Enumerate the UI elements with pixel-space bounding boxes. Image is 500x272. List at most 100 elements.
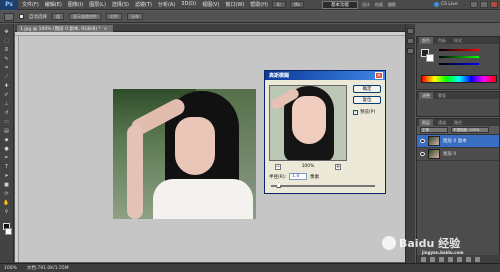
dialog-close-button[interactable]: ✕ xyxy=(375,72,383,79)
menu-view[interactable]: 视图(V) xyxy=(202,1,219,8)
minimize-button[interactable] xyxy=(470,1,478,8)
eye-icon[interactable] xyxy=(420,152,425,156)
move-tool-icon[interactable]: ✥ xyxy=(2,28,11,35)
actions-panel-icon[interactable] xyxy=(407,38,414,44)
eraser-tool-icon[interactable]: ▭ xyxy=(2,118,11,125)
menu-window[interactable]: 窗口(W) xyxy=(225,1,244,8)
tab-paths[interactable]: 路径 xyxy=(451,119,465,126)
mini-bridge-button[interactable]: Mb xyxy=(289,1,304,8)
menu-edit[interactable]: 编辑(E) xyxy=(45,1,62,8)
photoshop-window: Ps 文件(F) 编辑(E) 图像(I) 图层(L) 选择(S) 滤镜(T) 分… xyxy=(0,0,500,272)
marquee-tool-icon[interactable]: ⬚ xyxy=(2,37,11,44)
layer-thumbnail xyxy=(428,149,440,159)
history-brush-tool-icon[interactable]: ↺ xyxy=(2,109,11,116)
zoom-out-button[interactable]: − xyxy=(275,163,281,170)
gaussian-blur-dialog: 高斯模糊 ✕ 确定 复位 预览(P) − 100% + 半径(R): 1.0 像… xyxy=(264,70,386,194)
maximize-button[interactable] xyxy=(480,1,488,8)
dialog-preview-window[interactable] xyxy=(269,85,347,161)
menu-filter[interactable]: 滤镜(T) xyxy=(135,1,152,8)
tab-color[interactable]: 颜色 xyxy=(419,37,433,44)
menu-layer[interactable]: 图层(L) xyxy=(89,1,106,8)
menu-select[interactable]: 选择(S) xyxy=(112,1,129,8)
close-icon[interactable]: × xyxy=(104,26,107,31)
app-logo: Ps xyxy=(0,0,18,10)
dodge-tool-icon[interactable]: ● xyxy=(2,145,11,152)
pen-tool-icon[interactable]: ✒ xyxy=(2,154,11,161)
blue-slider[interactable] xyxy=(439,63,479,65)
tab-layers[interactable]: 图层 xyxy=(419,119,433,126)
document-photo[interactable] xyxy=(113,89,256,219)
status-bar: 100% 文档:791.0K/1.55M xyxy=(0,263,500,272)
tab-swatches[interactable]: 色板 xyxy=(435,37,449,44)
adjustments-panel: 调整 蒙版 xyxy=(416,91,500,117)
color-spectrum-bar[interactable] xyxy=(421,75,497,83)
history-panel-icon[interactable] xyxy=(407,28,414,34)
auto-select-label: 自动选择 xyxy=(29,14,47,20)
eye-icon[interactable] xyxy=(420,139,425,143)
menu-3d[interactable]: 3D(D) xyxy=(181,1,196,8)
dialog-title-bar[interactable]: 高斯模糊 ✕ xyxy=(265,71,385,80)
preview-checkbox[interactable] xyxy=(353,109,358,115)
layers-panel-tabs: 图层 通道 路径 xyxy=(417,119,499,126)
zoom-tool-icon[interactable]: ⚲ xyxy=(2,208,11,215)
gradient-tool-icon[interactable]: ▤ xyxy=(2,127,11,134)
workspace-photography[interactable]: 摄影 xyxy=(388,2,396,8)
watermark-url: jingyan.baidu.com xyxy=(422,250,464,255)
distribute-button[interactable]: 分布 xyxy=(127,13,143,20)
tab-masks[interactable]: 蒙版 xyxy=(435,92,449,99)
shape-tool-icon[interactable]: ■ xyxy=(2,181,11,188)
document-tab[interactable]: 1.jpg @ 100% (图层 0 副本, RGB/8) * × xyxy=(17,25,114,32)
tab-channels[interactable]: 通道 xyxy=(435,119,449,126)
workspace-essentials-button[interactable]: 基本功能 xyxy=(322,1,358,9)
bridge-button[interactable]: Br xyxy=(271,1,286,8)
status-zoom[interactable]: 100% xyxy=(4,266,17,271)
type-tool-icon[interactable]: T xyxy=(2,163,11,170)
radius-label: 半径(R): xyxy=(269,174,287,180)
radius-slider-track[interactable] xyxy=(271,185,375,187)
move-tool-preset-icon[interactable] xyxy=(4,12,14,21)
auto-select-target-select[interactable]: 组 xyxy=(52,13,64,20)
layer-row[interactable]: 图层 0 副本 xyxy=(417,135,499,148)
panel-background-swatch[interactable] xyxy=(426,54,434,62)
toolbox: ✥ ⬚ ᘐ ✎ ⌗ ⟋ ✚ ✐ ⊥ ↺ ▭ ▤ ◆ ● ✒ T ➤ ■ ⟳ ✋ … xyxy=(0,24,14,264)
tab-adjustments[interactable]: 调整 xyxy=(419,92,433,99)
brush-panel-icon[interactable] xyxy=(407,48,414,54)
photo-forearm xyxy=(127,125,143,219)
menu-analysis[interactable]: 分析(A) xyxy=(158,1,175,8)
close-window-button[interactable] xyxy=(490,1,498,8)
preview-option[interactable]: 预览(P) xyxy=(353,109,375,115)
menu-image[interactable]: 图像(I) xyxy=(68,1,83,8)
background-color-swatch[interactable] xyxy=(5,228,12,235)
clone-stamp-tool-icon[interactable]: ⊥ xyxy=(2,100,11,107)
workspace-design[interactable]: 设计 xyxy=(362,2,370,8)
opacity-field[interactable]: 不透明度: 100% xyxy=(451,127,489,133)
watermark-text: Baidu 经验 xyxy=(399,237,461,250)
layer-row[interactable]: 图层 0 xyxy=(417,148,499,161)
blend-mode-select[interactable]: 正常 xyxy=(420,127,448,133)
ok-button[interactable]: 确定 xyxy=(353,85,381,93)
show-transform-controls-button[interactable]: 显示变换控件 xyxy=(69,13,101,20)
eyedropper-tool-icon[interactable]: ⟋ xyxy=(2,73,11,80)
red-slider[interactable] xyxy=(439,49,479,51)
workspace-painting[interactable]: 绘画 xyxy=(375,2,383,8)
zoom-in-button[interactable]: + xyxy=(335,163,341,170)
healing-brush-tool-icon[interactable]: ✚ xyxy=(2,82,11,89)
align-button[interactable]: 对齐 xyxy=(106,13,122,20)
path-select-tool-icon[interactable]: ➤ xyxy=(2,172,11,179)
crop-tool-icon[interactable]: ⌗ xyxy=(2,64,11,71)
tab-styles[interactable]: 样式 xyxy=(451,37,465,44)
brush-tool-icon[interactable]: ✐ xyxy=(2,91,11,98)
quick-select-tool-icon[interactable]: ✎ xyxy=(2,55,11,62)
3d-rotate-tool-icon[interactable]: ⟳ xyxy=(2,190,11,197)
radius-input[interactable]: 1.0 xyxy=(289,173,308,180)
hand-tool-icon[interactable]: ✋ xyxy=(2,199,11,206)
cs-live[interactable]: CS Live xyxy=(434,2,458,7)
radius-row: 半径(R): 1.0 像素 xyxy=(269,173,319,180)
menu-file[interactable]: 文件(F) xyxy=(22,1,39,8)
reset-button[interactable]: 复位 xyxy=(353,96,381,104)
auto-select-checkbox[interactable] xyxy=(19,14,24,19)
blur-tool-icon[interactable]: ◆ xyxy=(2,136,11,143)
green-slider[interactable] xyxy=(439,56,479,58)
lasso-tool-icon[interactable]: ᘐ xyxy=(2,46,11,53)
menu-help[interactable]: 帮助(H) xyxy=(250,1,268,8)
